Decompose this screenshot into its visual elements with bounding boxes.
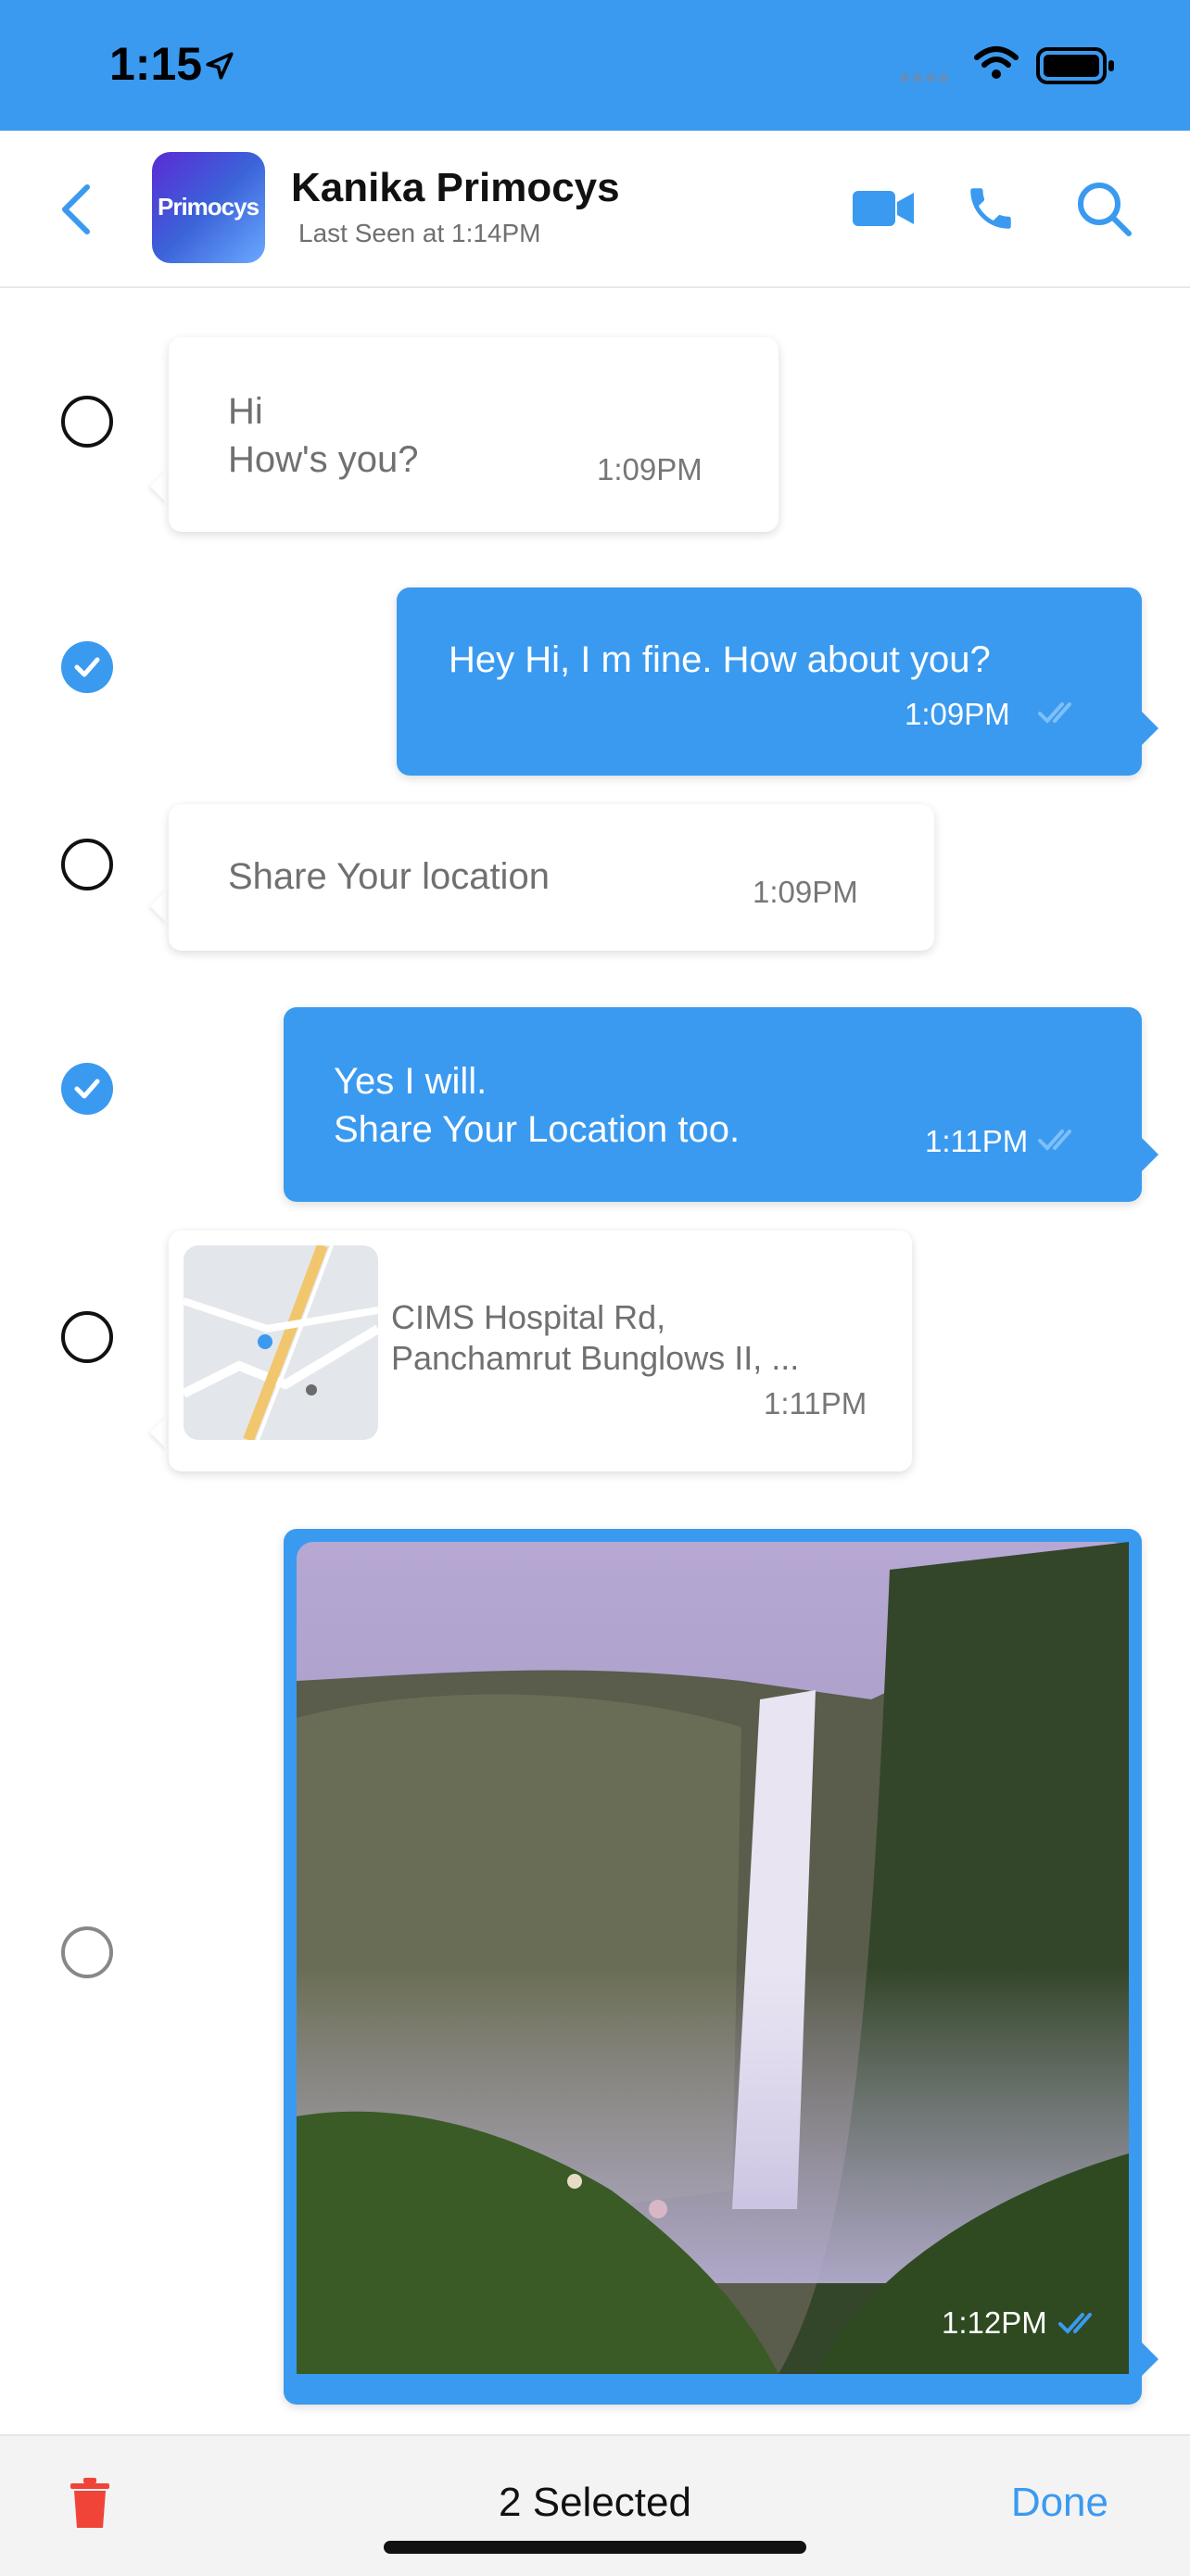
image-message-bubble[interactable]: 1:12PM [284,1529,1142,2405]
home-indicator [384,2541,806,2554]
bubble-tail [1142,712,1158,745]
message-text: Share Your Location too. [334,1109,741,1150]
location-address: CIMS Hospital Rd, [391,1298,666,1336]
bubble-tail [150,470,167,503]
message-text: Yes I will. [334,1061,487,1102]
message-time: 1:12PM [942,2305,1047,2340]
select-radio-checked[interactable] [61,641,113,693]
select-radio[interactable] [61,839,113,890]
checkmark-icon [74,657,100,677]
select-radio[interactable] [61,1926,113,1978]
map-pin-icon [258,1334,272,1349]
map-thumbnail[interactable] [184,1245,378,1440]
contact-name: Kanika Primocys [291,165,620,210]
wifi-icon [974,46,1019,79]
search-icon[interactable] [1075,180,1133,237]
bubble-tail [150,1416,167,1449]
message-bubble-outgoing[interactable]: Yes I will. Share Your Location too. 1:1… [284,1007,1142,1202]
avatar[interactable]: Primocys [152,152,265,263]
location-message-bubble[interactable]: CIMS Hospital Rd, Panchamrut Bunglows II… [169,1231,912,1471]
message-bubble-incoming[interactable]: Share Your location 1:09PM [169,804,934,951]
message-time: 1:09PM [753,875,858,909]
location-arrow-icon [206,52,234,80]
bubble-tail [1142,2342,1158,2376]
battery-icon [1036,47,1114,84]
bubble-tail [150,890,167,923]
message-text: Share Your location [228,856,550,897]
message-bubble-outgoing[interactable]: Hey Hi, I m fine. How about you? 1:09PM [397,587,1142,776]
status-time: 1:15 [109,38,203,90]
avatar-logo-text: Primocys [158,193,260,221]
bubble-tail [1142,1138,1158,1171]
select-radio-checked[interactable] [61,1063,113,1115]
signal-dots-icon [900,73,948,82]
select-radio[interactable] [61,1311,113,1363]
waterfall-photo[interactable] [297,1542,1129,2374]
video-call-icon[interactable] [851,187,916,230]
message-time: 1:09PM [597,452,703,486]
checkmark-icon [74,1079,100,1099]
message-text: How's you? [228,439,419,480]
last-seen: Last Seen at 1:14PM [298,219,541,247]
message-text: Hi [228,391,263,432]
message-time: 1:11PM [925,1124,1029,1158]
read-receipt-icon [1038,702,1071,724]
message-text: Hey Hi, I m fine. How about you? [449,639,991,680]
back-icon[interactable] [56,183,96,235]
select-radio[interactable] [61,396,113,448]
message-time: 1:09PM [905,697,1010,731]
message-bubble-incoming[interactable]: Hi How's you? 1:09PM [169,337,779,532]
phone-icon[interactable] [964,182,1018,235]
done-button[interactable]: Done [1011,2480,1108,2526]
read-receipt-icon [1058,2313,1092,2334]
message-time: 1:11PM [764,1386,867,1421]
read-receipt-icon [1038,1130,1071,1151]
location-address: Panchamrut Bunglows II, ... [391,1339,800,1377]
